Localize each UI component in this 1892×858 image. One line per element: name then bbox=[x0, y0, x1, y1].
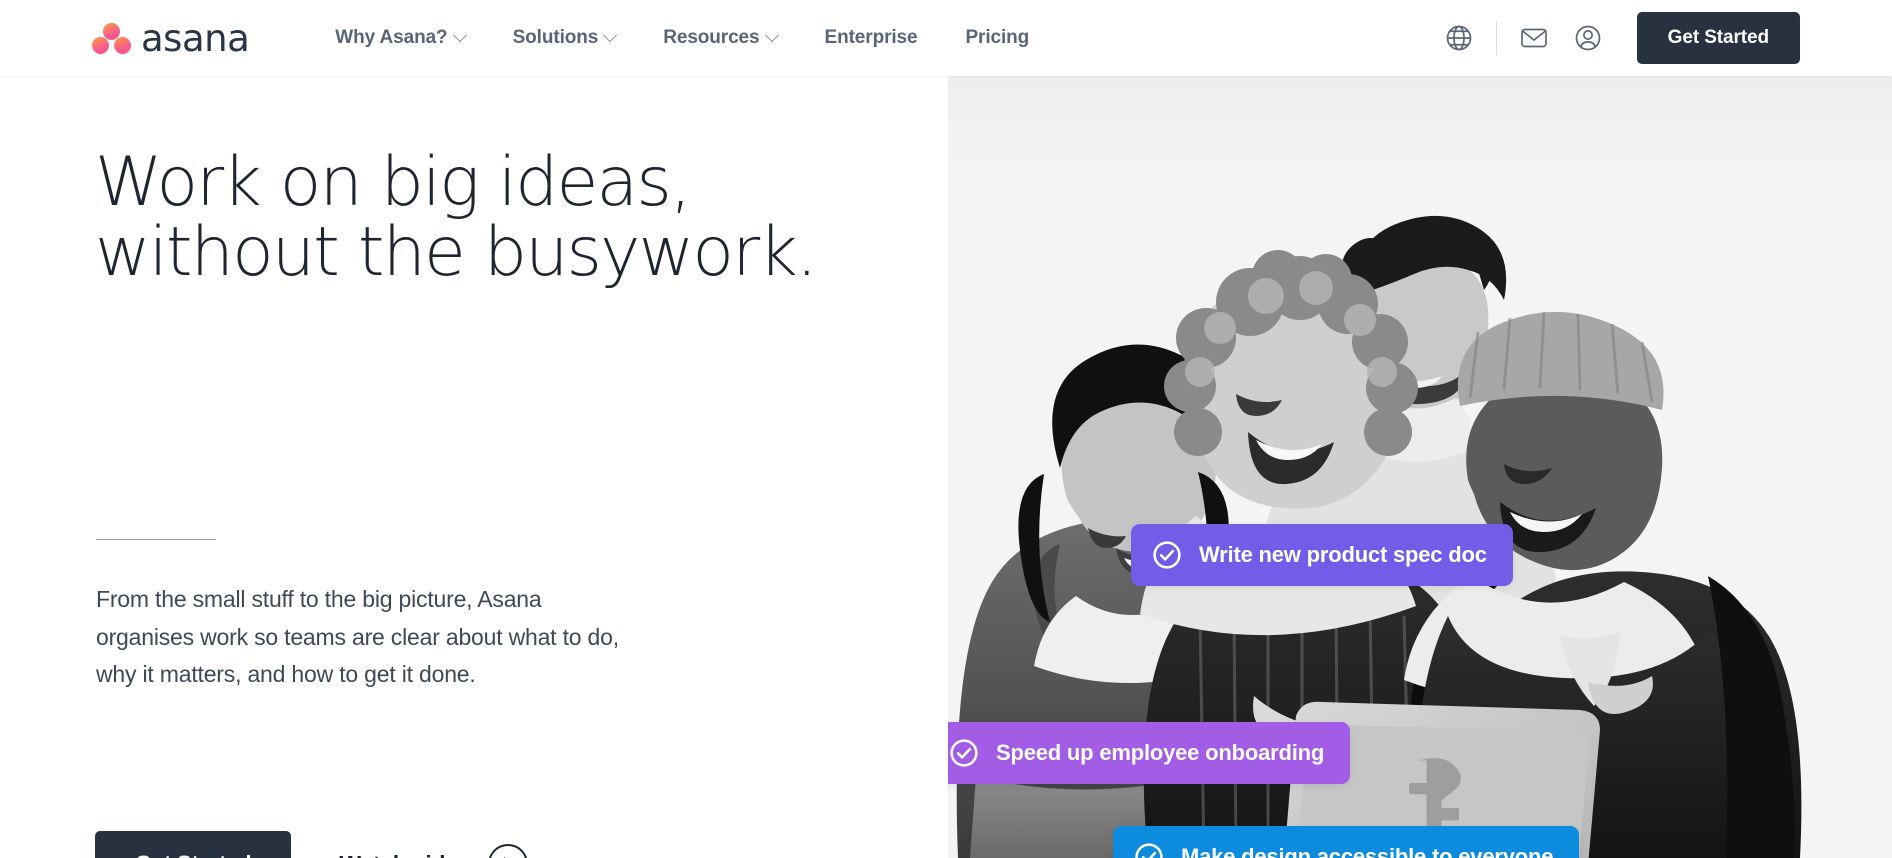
chip-label: Make design accessible to everyone bbox=[1181, 844, 1554, 858]
nav-item-resources[interactable]: Resources bbox=[639, 19, 800, 57]
nav-label: Resources bbox=[663, 27, 760, 48]
header-divider bbox=[1495, 21, 1497, 55]
hero-chip-employee-onboarding[interactable]: Speed up employee onboarding bbox=[948, 722, 1351, 784]
hero-copy-panel: Work on big ideas, without the busywork.… bbox=[0, 76, 948, 858]
nav-label: Enterprise bbox=[824, 27, 918, 48]
nav-item-why-asana[interactable]: Why Asana? bbox=[311, 19, 488, 57]
globe-icon[interactable] bbox=[1432, 15, 1486, 61]
nav-item-enterprise[interactable]: Enterprise bbox=[801, 19, 942, 57]
check-circle-icon bbox=[950, 739, 978, 767]
hero-image-panel: Write new product spec doc Speed up empl… bbox=[948, 76, 1892, 858]
hero-description: From the small stuff to the big picture,… bbox=[96, 586, 619, 688]
page-title: Work on big ideas, without the busywork. bbox=[95, 147, 895, 288]
watch-video-button[interactable]: Watch video bbox=[339, 844, 528, 858]
watch-video-label: Watch video bbox=[339, 851, 472, 858]
mail-icon[interactable] bbox=[1507, 15, 1561, 61]
asana-logo[interactable]: asana bbox=[92, 16, 250, 60]
page-root: asana Why Asana? Solutions Resources Ent… bbox=[0, 0, 1892, 858]
nav-item-pricing[interactable]: Pricing bbox=[941, 19, 1053, 57]
header-get-started-button[interactable]: Get Started bbox=[1636, 12, 1800, 64]
hero-cta-row: Get Started Watch video bbox=[95, 831, 528, 858]
nav-label: Pricing bbox=[965, 27, 1030, 48]
chevron-down-icon bbox=[603, 28, 618, 43]
headline-line-2: without the busywork. bbox=[95, 213, 818, 293]
header-actions: Get Started bbox=[1432, 12, 1800, 64]
hero-section: Work on big ideas, without the busywork.… bbox=[0, 76, 1892, 858]
headline-line-1: Work on big ideas, bbox=[95, 143, 692, 222]
primary-nav: Why Asana? Solutions Resources Enterpris… bbox=[311, 19, 1053, 57]
chip-label: Write new product spec doc bbox=[1199, 542, 1487, 567]
site-header: asana Why Asana? Solutions Resources Ent… bbox=[0, 0, 1892, 76]
play-circle-icon bbox=[487, 844, 528, 858]
divider-rule bbox=[96, 539, 216, 540]
nav-label: Why Asana? bbox=[335, 27, 448, 48]
logo-wordmark: asana bbox=[141, 16, 250, 60]
check-circle-icon bbox=[1153, 541, 1181, 569]
asana-three-dots-logo-icon bbox=[92, 23, 132, 54]
nav-item-solutions[interactable]: Solutions bbox=[489, 19, 640, 57]
hero-chip-design-accessible[interactable]: Make design accessible to everyone bbox=[1113, 826, 1580, 858]
user-account-icon[interactable] bbox=[1561, 15, 1615, 61]
chip-label: Speed up employee onboarding bbox=[996, 740, 1325, 765]
chevron-down-icon bbox=[764, 28, 779, 43]
check-circle-icon bbox=[1135, 843, 1163, 858]
hero-get-started-button[interactable]: Get Started bbox=[95, 831, 292, 858]
hero-chip-write-spec-doc[interactable]: Write new product spec doc bbox=[1131, 524, 1513, 586]
chevron-down-icon bbox=[452, 28, 467, 43]
nav-label: Solutions bbox=[512, 27, 599, 48]
